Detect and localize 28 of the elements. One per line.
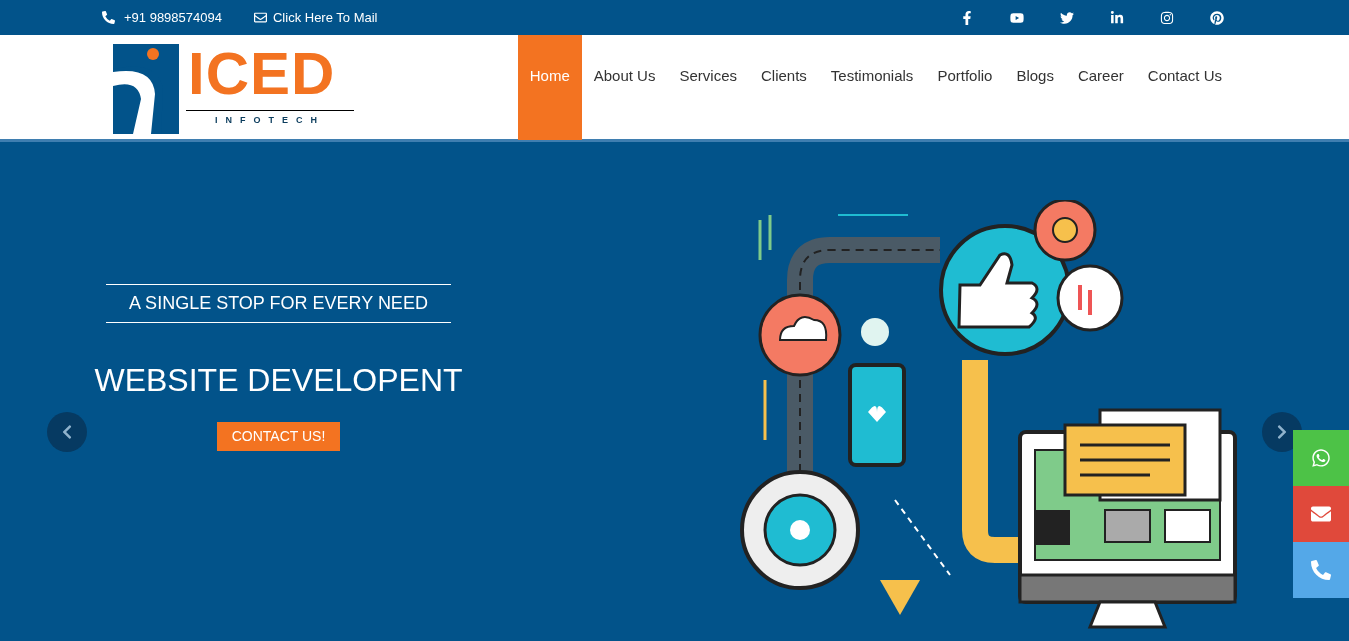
logo-tagline: INFOTECH (214, 114, 326, 127)
email-button[interactable] (1293, 486, 1349, 542)
phone-icon (102, 11, 115, 24)
envelope-icon (1311, 504, 1331, 524)
logo-wordmark: ICED (187, 44, 337, 104)
twitter-icon[interactable] (1060, 10, 1074, 25)
call-button[interactable] (1293, 542, 1349, 598)
nav-link[interactable]: Testimonials (818, 35, 926, 140)
nav-link[interactable]: Blogs (1004, 35, 1066, 140)
facebook-icon[interactable] (960, 10, 974, 25)
pinterest-icon[interactable] (1210, 10, 1224, 25)
mail-icon (253, 11, 267, 24)
linkedin-icon[interactable] (1110, 10, 1124, 25)
nav-link[interactable]: Contact Us (1135, 35, 1234, 140)
nav-link[interactable]: About Us (581, 35, 668, 140)
phone-number: +91 9898574094 (124, 8, 222, 27)
phone-icon (1311, 560, 1331, 580)
hero-tagline: A SINGLE STOP FOR EVERY NEED (129, 293, 428, 313)
nav-link[interactable]: Portfolio (925, 35, 1005, 140)
hero-title: WEBSITE DEVELOPENT (94, 361, 463, 400)
instagram-icon[interactable] (1160, 10, 1174, 25)
previous-slide-button[interactable] (47, 412, 87, 452)
nav-link[interactable]: Clients (749, 35, 819, 140)
mail-link[interactable]: Click Here To Mail (272, 7, 378, 28)
nav-link[interactable]: Services (667, 35, 749, 140)
youtube-icon[interactable] (1010, 10, 1024, 25)
whatsapp-icon (1311, 448, 1331, 468)
nav-link[interactable]: Career (1065, 35, 1136, 140)
